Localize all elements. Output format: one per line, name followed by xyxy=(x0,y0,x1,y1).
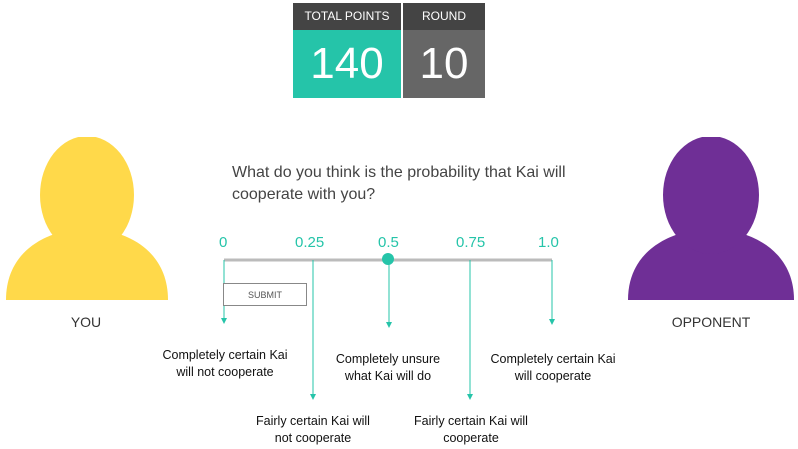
slider-handle[interactable] xyxy=(382,253,394,265)
description-1: Completely certain Kai will cooperate xyxy=(490,352,616,383)
description-075: Fairly certain Kai will cooperate xyxy=(414,414,528,445)
description-0: Completely certain Kai will not cooperat… xyxy=(162,348,288,379)
submit-button[interactable]: SUBMIT xyxy=(223,283,307,306)
description-05: Completely unsure what Kai will do xyxy=(335,352,441,383)
description-025: Fairly certain Kai will not cooperate xyxy=(256,414,370,445)
